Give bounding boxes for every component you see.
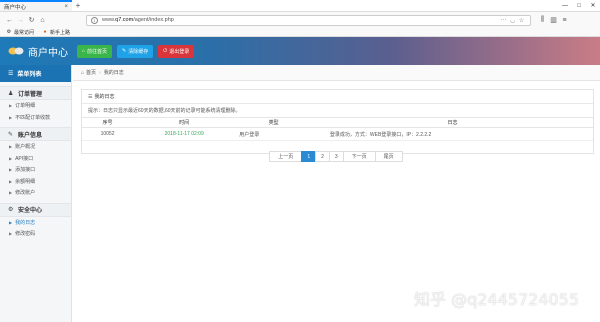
sidebar-item-change-password[interactable]: ▶ 修改密码 [0, 228, 71, 240]
user-icon: ♟ [8, 90, 14, 97]
power-icon: ⏻ [163, 48, 168, 54]
bookmark-most-visited[interactable]: ⚙ 最常访问 [6, 29, 34, 36]
group-header-account[interactable]: ✎ 账户信息 [0, 127, 71, 141]
gear-icon: ⚙ [6, 29, 12, 35]
group-account: ✎ 账户信息 ▶ 账户概况 ▶ API接口 ▶ 添加接口 ▶ 余额明细 ▶ 修改账户 [0, 127, 71, 199]
browser-tab[interactable]: 商户中心 × [0, 0, 72, 11]
clear-cache-button[interactable]: ✎ 清除缓存 [117, 44, 154, 58]
caret-right-icon: ▶ [9, 219, 13, 225]
column-header: 类型 [235, 117, 312, 128]
minimize-icon[interactable]: — [558, 0, 572, 11]
sidebar-item-api[interactable]: ▶ API接口 [0, 153, 71, 165]
page-1-button[interactable]: 1 [301, 151, 317, 162]
column-header: 时间 [133, 117, 236, 128]
main-content: ⌂ 首页 › 我的日志 ☰ 我的日志 提示：日志只显示最近60天的数据,60天前… [73, 65, 600, 322]
caret-right-icon: ▶ [9, 190, 13, 196]
url-text: www.q7.com/agent/index.php [102, 17, 174, 23]
app-header: 商户中心 ⌂ 前往首页 ✎ 清除缓存 ⏻ 退出登录 [0, 37, 600, 65]
page-2-button[interactable]: 2 [315, 151, 330, 162]
list-icon: ☰ [88, 93, 93, 100]
breadcrumb-separator: › [99, 69, 101, 76]
handshake-logo-icon [8, 45, 24, 57]
breadcrumb-home[interactable]: 首页 [86, 69, 96, 76]
edit-icon: ✎ [8, 131, 14, 138]
group-security: ⚙ 安全中心 ▶ 我的日志 ▶ 修改密码 [0, 202, 71, 240]
menu-list-title: ☰ 菜单列表 [0, 65, 71, 82]
more-icon[interactable]: ··· [499, 17, 508, 23]
cell-log: 登录成功，方式：WEB登录接口，IP：2.2.2.2 [311, 127, 593, 141]
caret-right-icon: ▶ [9, 155, 13, 161]
table-row: 10052 2018-11-17 02:09 用户登录 登录成功，方式：WEB登… [82, 127, 593, 141]
reload-icon[interactable]: ↻ [26, 15, 37, 26]
watermark: 知乎 @q2445724055 [414, 290, 580, 309]
column-header: 日志 [311, 117, 593, 128]
sidebar: ☰ 菜单列表 ♟ 订单管理 ▶ 订单明细 ▶ 不匹配订单收款 ✎ 账户信息 ▶ 账户概… [0, 65, 72, 322]
group-header-orders[interactable]: ♟ 订单管理 [0, 86, 71, 100]
column-header: 序号 [82, 117, 134, 128]
panel-title: ☰ 我的日志 [82, 90, 593, 104]
sidebar-item-add-interface[interactable]: ▶ 添加接口 [0, 164, 71, 176]
bookmark-getting-started[interactable]: ● 新手上路 [42, 29, 71, 36]
forward-icon[interactable]: → [15, 15, 26, 26]
caret-right-icon: ▶ [9, 231, 13, 237]
brand-title: 商户中心 [28, 47, 68, 59]
sidebar-item-balance-details[interactable]: ▶ 余额明细 [0, 176, 71, 188]
prev-page-button[interactable]: 上一页 [269, 151, 303, 162]
cell-type: 用户登录 [235, 127, 312, 141]
close-window-icon[interactable]: ✕ [586, 0, 600, 11]
home-icon: ⌂ [82, 48, 86, 54]
breadcrumb: ⌂ 首页 › 我的日志 [73, 65, 600, 81]
library-icon[interactable]: ⫼ [537, 15, 548, 26]
maximize-icon[interactable]: □ [572, 0, 586, 11]
caret-right-icon: ▶ [9, 103, 13, 109]
url-bar[interactable]: i www.q7.com/agent/index.php ··· ◡ ☆ [86, 14, 531, 26]
home-icon[interactable]: ⌂ [37, 15, 48, 26]
brand[interactable]: 商户中心 [0, 44, 72, 59]
bookmarks-bar: ⚙ 最常访问 ● 新手上路 [0, 28, 600, 37]
group-header-security[interactable]: ⚙ 安全中心 [0, 202, 71, 217]
table-header-row: 序号 时间 类型 日志 [82, 117, 593, 128]
sidebar-item-my-logs[interactable]: ▶ 我的日志 [0, 217, 71, 229]
info-icon[interactable]: i [91, 16, 98, 24]
cell-time: 2018-11-17 02:09 [133, 127, 236, 141]
logs-panel: ☰ 我的日志 提示：日志只显示最近60天的数据,60天前的记录可能系统清理删除。… [81, 89, 594, 154]
tab-title: 商户中心 [4, 4, 27, 11]
cell-id: 10052 [82, 127, 134, 141]
pagination: 上一页 1 2 3 下一页 尾页 [73, 151, 600, 162]
panel-tip: 提示：日志只显示最近60天的数据,60天前的记录可能系统清理删除。 [88, 108, 241, 114]
pocket-icon[interactable]: ◡ [508, 17, 517, 24]
new-tab-icon[interactable]: + [72, 0, 84, 11]
close-icon[interactable]: × [64, 4, 68, 10]
sidebar-item-unmatched-payments[interactable]: ▶ 不匹配订单收款 [0, 112, 71, 124]
page-3-button[interactable]: 3 [328, 151, 344, 162]
sidebar-item-account-overview[interactable]: ▶ 账户概况 [0, 141, 71, 153]
next-page-button[interactable]: 下一页 [342, 151, 376, 162]
last-page-button[interactable]: 尾页 [374, 151, 403, 162]
gear-icon: ⚙ [8, 207, 14, 213]
firefox-icon: ● [43, 29, 47, 35]
sidebar-item-order-details[interactable]: ▶ 订单明细 [0, 100, 71, 112]
logs-table: 序号 时间 类型 日志 10052 2018-11-17 02:09 用户登录 … [82, 117, 593, 141]
caret-right-icon: ▶ [9, 114, 13, 120]
caret-right-icon: ▶ [9, 167, 13, 173]
sidebar-item-edit-account[interactable]: ▶ 修改账户 [0, 187, 71, 199]
back-icon[interactable]: ← [4, 15, 15, 26]
list-icon: ☰ [8, 71, 14, 77]
caret-right-icon: ▶ [9, 178, 13, 184]
group-orders: ♟ 订单管理 ▶ 订单明细 ▶ 不匹配订单收款 [0, 86, 71, 123]
home-icon: ⌂ [81, 69, 85, 76]
caret-right-icon: ▶ [9, 144, 13, 150]
browser-navbar: ← → ↻ ⌂ i www.q7.com/agent/index.php ···… [0, 12, 600, 28]
sidebar-toggle-icon[interactable]: ▥ [548, 15, 559, 26]
menu-icon[interactable]: ≡ [559, 15, 570, 26]
breadcrumb-current: 我的日志 [103, 70, 124, 76]
bookmark-star-icon[interactable]: ☆ [517, 17, 526, 24]
logout-button[interactable]: ⏻ 退出登录 [158, 44, 195, 58]
go-home-button[interactable]: ⌂ 前往首页 [77, 44, 113, 58]
browser-titlebar: 商户中心 × + — □ ✕ [0, 0, 600, 12]
wrench-icon: ✎ [122, 48, 127, 54]
